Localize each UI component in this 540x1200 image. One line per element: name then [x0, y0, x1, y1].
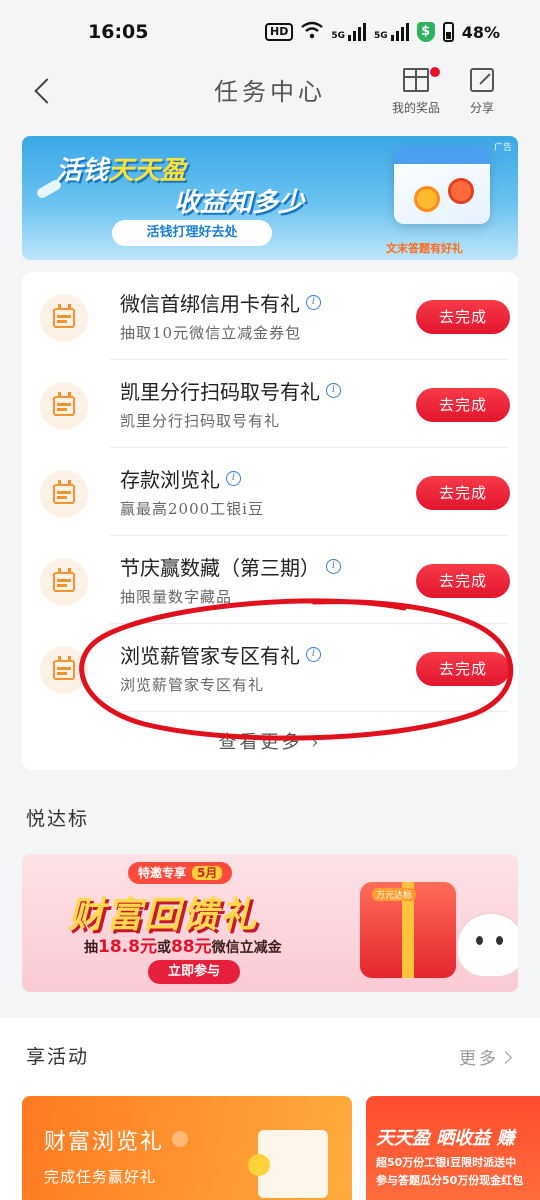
banner-caption: 文末答题有好礼 [386, 242, 463, 255]
battery-percent: 48% [461, 22, 500, 42]
task-row[interactable]: 节庆赢数藏（第三期） i 抽限量数字藏品 去完成 [22, 536, 518, 624]
go-complete-button[interactable]: 去完成 [416, 652, 510, 686]
more-link[interactable]: 更多 [459, 1044, 510, 1069]
task-row[interactable]: 浏览薪管家专区有礼 i 浏览薪管家专区有礼 去完成 [22, 624, 518, 712]
calendar-icon [40, 294, 88, 342]
promo-pill: 特邀专享 5月 [128, 862, 233, 884]
share-icon [470, 68, 494, 92]
activity-card-line: 参与答题瓜分50万份现金红包 [376, 1174, 524, 1187]
mascot-icon [456, 912, 518, 978]
wealth-feedback-banner[interactable]: 特邀专享 5月 财富回馈礼 抽18.8元或88元微信立减金 立即参与 万元达标 [22, 854, 518, 992]
security-shield-icon: $ [416, 22, 435, 42]
info-icon[interactable]: i [326, 559, 341, 574]
task-title: 微信首绑信用卡有礼 i [120, 288, 321, 317]
task-title: 凯里分行扫码取号有礼 i [120, 376, 341, 405]
nav-bar: 任务中心 我的奖品 分享 [0, 64, 540, 120]
go-complete-button[interactable]: 去完成 [416, 476, 510, 510]
activity-card-tiantianying[interactable]: 天天盈 晒收益 赚 超50万份工银i豆限时派送中 参与答题瓜分50万份现金红包 [366, 1096, 540, 1200]
calendar-illustration-icon [394, 146, 490, 224]
join-now-button[interactable]: 立即参与 [148, 960, 240, 984]
calendar-icon [40, 558, 88, 606]
status-icons: HD 5G 5G $ 48% [265, 21, 500, 43]
task-subtitle: 抽限量数字藏品 [120, 588, 233, 606]
activity-card-line: 超50万份工银i豆限时派送中 [376, 1156, 517, 1169]
notification-dot [430, 67, 440, 77]
task-subtitle: 浏览薪管家专区有礼 [120, 676, 265, 694]
share-label: 分享 [469, 101, 494, 115]
task-subtitle: 赢最高2000工银i豆 [120, 500, 264, 518]
info-icon[interactable]: i [326, 383, 341, 398]
activity-card-wealth-browse[interactable]: 财富浏览礼 完成任务赢好礼 [22, 1096, 352, 1200]
activity-card-title: 天天盈 晒收益 赚 [376, 1128, 515, 1149]
section-title-activities: 享活动 [26, 1046, 90, 1068]
task-subtitle: 凯里分行扫码取号有礼 [120, 412, 281, 430]
task-title: 节庆赢数藏（第三期） i [120, 552, 341, 581]
status-time: 16:05 [88, 21, 149, 43]
go-complete-button[interactable]: 去完成 [416, 564, 510, 598]
ad-tag: 广告 [493, 143, 512, 153]
wifi-icon [301, 21, 324, 43]
top-ad-banner[interactable]: 广告 活钱天天盈 收益知多少 活钱打理好去处 文末答题有好礼 [22, 136, 518, 260]
section-title-yueda: 悦达标 [26, 808, 90, 830]
task-subtitle: 抽取10元微信立减金券包 [120, 324, 302, 342]
share-button[interactable]: 分享 [452, 64, 512, 116]
info-icon[interactable]: i [306, 295, 321, 310]
activity-card-title: 财富浏览礼 [44, 1124, 188, 1156]
my-prizes-button[interactable]: 我的奖品 [386, 64, 446, 116]
task-list-card: 微信首绑信用卡有礼 i 抽取10元微信立减金券包 去完成 凯里分行扫码取号有礼 i … [22, 272, 518, 770]
my-prizes-label: 我的奖品 [391, 101, 440, 115]
banner-headline-2: 收益知多少 [174, 188, 305, 218]
task-title: 浏览薪管家专区有礼 i [120, 640, 321, 669]
status-bar: 16:05 HD 5G 5G $ 48% [0, 0, 540, 64]
promo-title: 财富回馈礼 [68, 895, 259, 936]
promo-description: 抽18.8元或88元微信立减金 [84, 937, 282, 957]
signal-2-icon: 5G [374, 23, 409, 41]
calendar-icon [40, 382, 88, 430]
gift-box-icon: 万元达标 [360, 882, 456, 978]
task-title: 存款浏览礼 i [120, 464, 241, 493]
signal-1-icon: 5G [331, 23, 367, 41]
activity-illustration-icon [248, 1130, 328, 1198]
task-row[interactable]: 微信首绑信用卡有礼 i 抽取10元微信立减金券包 去完成 [22, 272, 518, 360]
divider [110, 711, 508, 712]
banner-headline-1: 活钱天天盈 [56, 156, 187, 186]
gift-icon [403, 68, 429, 92]
task-row[interactable]: 存款浏览礼 i 赢最高2000工银i豆 去完成 [22, 448, 518, 536]
activity-card-subtitle: 完成任务赢好礼 [44, 1168, 157, 1186]
calendar-icon [40, 646, 88, 694]
go-complete-button[interactable]: 去完成 [416, 300, 510, 334]
task-row[interactable]: 凯里分行扫码取号有礼 i 凯里分行扫码取号有礼 去完成 [22, 360, 518, 448]
see-more-link[interactable]: 查看更多 › [22, 728, 518, 754]
info-icon[interactable]: i [226, 471, 241, 486]
info-icon[interactable]: i [306, 647, 321, 662]
calendar-icon [40, 470, 88, 518]
chevron-right-icon: › [311, 732, 322, 753]
go-complete-button[interactable]: 去完成 [416, 388, 510, 422]
hd-icon: HD [265, 23, 294, 41]
banner-pill: 活钱打理好去处 [112, 220, 272, 246]
battery-icon [442, 22, 454, 42]
